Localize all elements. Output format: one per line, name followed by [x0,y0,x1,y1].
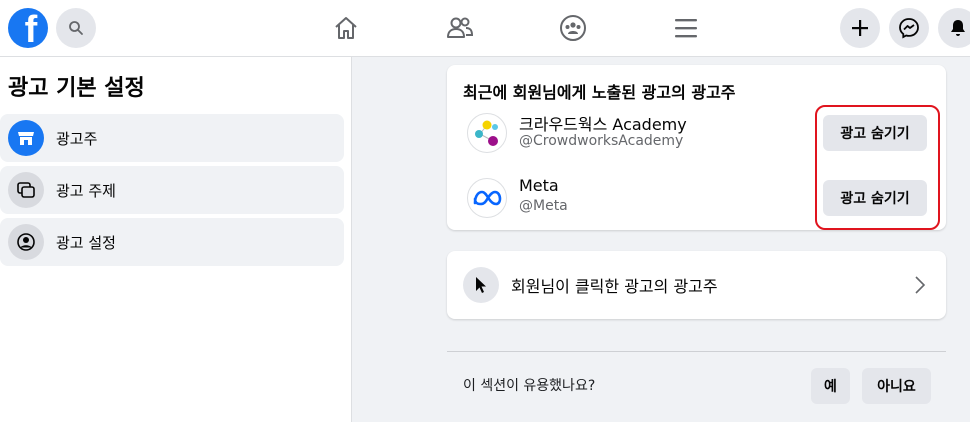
advertiser-name: Meta [519,176,559,195]
highlight-outline [815,105,940,230]
clicked-advertisers-label: 회원님이 클릭한 광고의 광고주 [511,277,718,296]
facebook-logo[interactable]: f [8,8,48,48]
home-icon [335,17,357,39]
card-heading: 최근에 회원님에게 노출된 광고의 광고주 [463,83,736,102]
sidebar-item-ad-topics[interactable]: 광고 주제 [0,166,344,214]
topics-icon [8,172,44,208]
advertiser-name: 크라우드웍스 Academy [519,115,687,134]
search-icon [69,21,83,35]
yes-button[interactable]: 예 [811,368,850,404]
notifications-button[interactable] [938,8,970,48]
cursor-icon [463,267,499,303]
friends-icon [447,17,474,38]
clicked-advertisers-card[interactable]: 회원님이 클릭한 광고의 광고주 [447,251,946,319]
no-button[interactable]: 아니요 [862,368,931,404]
friends-tab[interactable] [444,12,476,44]
divider [447,351,946,352]
home-tab[interactable] [330,12,362,44]
messenger-icon [899,18,919,39]
messenger-button[interactable] [889,8,929,48]
groups-icon [560,15,586,41]
create-button[interactable] [840,8,880,48]
menu-tab[interactable] [670,12,702,44]
menu-icon [675,19,697,38]
sidebar-item-label: 광고 주제 [56,181,116,200]
page-title: 광고 기본 설정 [8,76,145,101]
sidebar-item-label: 광고주 [56,129,98,148]
feedback-question: 이 섹션이 유용했나요? [463,378,596,394]
advertiser-logo [467,113,507,153]
logo-letter: f [24,9,38,48]
top-navigation-bar: f [0,0,970,57]
chevron-right-icon [915,276,926,294]
search-button[interactable] [56,8,96,48]
sidebar-item-advertisers[interactable]: 광고주 [0,114,344,162]
storefront-icon [8,120,44,156]
advertiser-handle: @Meta [519,198,568,214]
bell-icon [951,20,965,36]
meta-logo-icon [467,178,507,218]
advertiser-handle: @CrowdworksAcademy [519,133,684,149]
sidebar-item-ad-settings[interactable]: 광고 설정 [0,218,344,266]
user-settings-icon [8,224,44,260]
groups-tab[interactable] [557,12,589,44]
plus-icon [852,20,868,36]
sidebar-item-label: 광고 설정 [56,233,116,252]
